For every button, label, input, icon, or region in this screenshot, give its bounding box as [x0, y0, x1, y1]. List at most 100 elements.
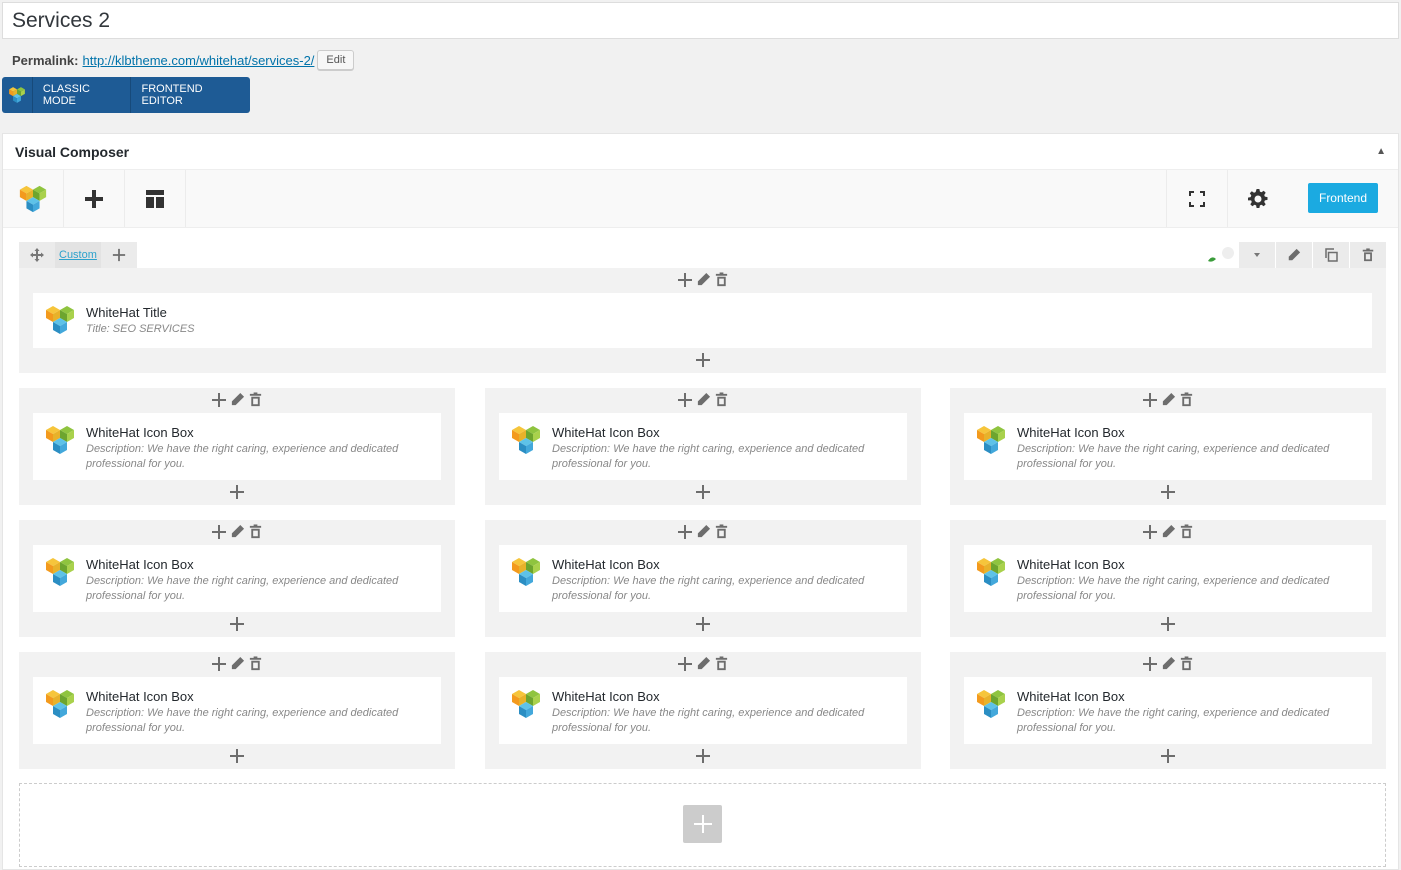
add-element-icon[interactable]: [211, 656, 227, 674]
add-element-icon[interactable]: [229, 748, 245, 766]
element-description: Description: We have the right caring, e…: [86, 575, 399, 602]
add-element-icon[interactable]: [677, 272, 693, 290]
add-element-icon[interactable]: [211, 524, 227, 542]
frontend-button[interactable]: Frontend: [1308, 183, 1378, 213]
whitehat-icon-box-icon: [44, 424, 76, 461]
edit-column-icon[interactable]: [1161, 392, 1176, 410]
add-element-icon[interactable]: [695, 352, 711, 370]
add-row-button[interactable]: [683, 805, 722, 843]
settings-gear-icon[interactable]: [1227, 170, 1288, 227]
add-element-icon[interactable]: [1142, 392, 1158, 410]
add-element-icon[interactable]: [229, 484, 245, 502]
column-controls: [19, 272, 1386, 290]
delete-column-icon[interactable]: [714, 392, 729, 410]
panel-title: Visual Composer: [15, 143, 130, 160]
whitehat-icon-box-icon: [975, 556, 1007, 593]
icon-box-element[interactable]: WhiteHat Icon Box Description: We have th…: [499, 545, 907, 612]
icon-box-element[interactable]: WhiteHat Icon Box Description: We have th…: [964, 545, 1372, 612]
delete-column-icon[interactable]: [1179, 656, 1194, 674]
permalink-link[interactable]: http://klbtheme.com/whitehat/services-2/: [82, 53, 314, 68]
row-visibility-toggle[interactable]: [1204, 242, 1238, 268]
icon-box-element[interactable]: WhiteHat Icon Box Description: We have th…: [499, 677, 907, 744]
column-controls: [19, 392, 455, 410]
edit-column-icon[interactable]: [230, 524, 245, 542]
delete-column-icon[interactable]: [1179, 524, 1194, 542]
delete-column-icon[interactable]: [1179, 392, 1194, 410]
element-description: Description: We have the right caring, e…: [1017, 443, 1330, 470]
fullscreen-icon[interactable]: [1166, 170, 1227, 227]
element-description: Description: We have the right caring, e…: [86, 707, 399, 734]
post-title-input[interactable]: [3, 3, 1398, 38]
add-element-icon[interactable]: [677, 392, 693, 410]
edit-column-icon[interactable]: [696, 524, 711, 542]
row-layout-custom-link[interactable]: Custom: [55, 242, 101, 268]
add-element-icon[interactable]: [1160, 484, 1176, 502]
icon-box-column: WhiteHat Icon Box Description: We have th…: [19, 652, 455, 769]
classic-mode-button[interactable]: CLASSIC MODE: [33, 77, 131, 113]
edit-column-icon[interactable]: [230, 656, 245, 674]
add-element-icon[interactable]: [1160, 616, 1176, 634]
edit-column-icon[interactable]: [696, 656, 711, 674]
title-element[interactable]: WhiteHat Title Title: SEO SERVICES: [33, 293, 1372, 348]
element-description: Description: We have the right caring, e…: [1017, 707, 1330, 734]
panel-header[interactable]: Visual Composer ▲: [3, 134, 1398, 170]
delete-column-icon[interactable]: [248, 524, 263, 542]
icon-box-element[interactable]: WhiteHat Icon Box Description: We have th…: [964, 677, 1372, 744]
row-delete-icon[interactable]: [1350, 242, 1386, 268]
add-element-icon[interactable]: [677, 656, 693, 674]
column-add-row: [19, 484, 455, 502]
icon-box-element[interactable]: WhiteHat Icon Box Description: We have th…: [33, 545, 441, 612]
icon-box-column: WhiteHat Icon Box Description: We have th…: [950, 652, 1386, 769]
column-add-row: [950, 748, 1386, 766]
delete-column-icon[interactable]: [248, 392, 263, 410]
add-element-icon[interactable]: [1142, 656, 1158, 674]
element-name: WhiteHat Icon Box: [86, 425, 194, 440]
add-element-icon[interactable]: [1142, 524, 1158, 542]
add-element-icon[interactable]: [677, 524, 693, 542]
icon-box-element[interactable]: WhiteHat Icon Box Description: We have th…: [33, 413, 441, 480]
add-element-icon[interactable]: [64, 170, 125, 227]
element-name: WhiteHat Title: [86, 305, 167, 320]
vc-logo-icon: [2, 77, 33, 113]
delete-column-icon[interactable]: [714, 656, 729, 674]
icon-box-column: WhiteHat Icon Box Description: We have th…: [485, 652, 921, 769]
post-title-box[interactable]: [2, 2, 1399, 39]
permalink-label: Permalink:: [12, 52, 79, 68]
add-element-icon[interactable]: [695, 748, 711, 766]
add-column-icon[interactable]: [101, 242, 137, 268]
icon-box-element[interactable]: WhiteHat Icon Box Description: We have th…: [964, 413, 1372, 480]
delete-column-icon[interactable]: [248, 656, 263, 674]
frontend-editor-button[interactable]: FRONTEND EDITOR: [130, 77, 250, 113]
add-element-icon[interactable]: [695, 484, 711, 502]
column-add-row: [950, 484, 1386, 502]
delete-column-icon[interactable]: [714, 524, 729, 542]
edit-column-icon[interactable]: [696, 392, 711, 410]
add-element-icon[interactable]: [229, 616, 245, 634]
delete-column-icon[interactable]: [714, 272, 729, 290]
element-name: WhiteHat Icon Box: [552, 557, 660, 572]
edit-column-icon[interactable]: [1161, 524, 1176, 542]
collapse-arrow-icon[interactable]: ▲: [1376, 146, 1386, 157]
column-controls: [485, 656, 921, 674]
vc-logo-icon[interactable]: [3, 170, 64, 227]
icon-box-element[interactable]: WhiteHat Icon Box Description: We have th…: [33, 677, 441, 744]
edit-column-icon[interactable]: [1161, 656, 1176, 674]
column-add-row: [19, 748, 455, 766]
add-element-icon[interactable]: [695, 616, 711, 634]
column-add-row: [950, 616, 1386, 634]
row-collapse-icon[interactable]: [1239, 242, 1275, 268]
edit-permalink-button[interactable]: Edit: [317, 50, 355, 70]
add-element-icon[interactable]: [1160, 748, 1176, 766]
edit-column-icon[interactable]: [230, 392, 245, 410]
row-controls: Custom: [19, 242, 1386, 268]
icon-box-element[interactable]: WhiteHat Icon Box Description: We have th…: [499, 413, 907, 480]
row-clone-icon[interactable]: [1313, 242, 1349, 268]
row-edit-icon[interactable]: [1276, 242, 1312, 268]
element-description: Description: We have the right caring, e…: [552, 575, 865, 602]
whitehat-icon-box-icon: [510, 424, 542, 461]
move-row-icon[interactable]: [19, 242, 55, 268]
edit-column-icon[interactable]: [696, 272, 711, 290]
column-add-row: [19, 616, 455, 634]
templates-icon[interactable]: [125, 170, 186, 227]
add-element-icon[interactable]: [211, 392, 227, 410]
